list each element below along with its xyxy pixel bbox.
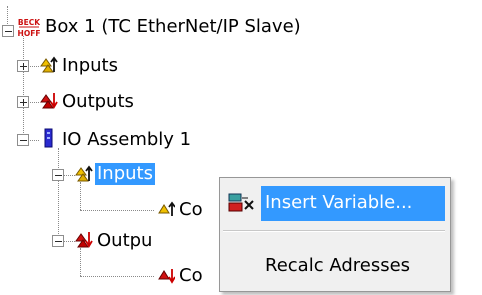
tree-connector (28, 66, 39, 67)
collapse-toggle[interactable] (52, 169, 64, 181)
tree-connector (28, 102, 39, 103)
inputs-icon (40, 54, 58, 74)
menu-item-label: Insert Variable... (265, 192, 413, 213)
tree-item-box1[interactable]: Box 1 (TC EtherNet/IP Slave) (45, 16, 301, 38)
menu-item-insert-variable[interactable]: Insert Variable... (223, 186, 445, 221)
svg-text:HOFF: HOFF (18, 29, 40, 38)
tree-item-inputs[interactable]: Inputs (62, 55, 118, 77)
context-menu: Insert Variable... Recalc Adresses (219, 177, 451, 292)
io-assembly-icon (44, 128, 54, 148)
collapse-toggle[interactable] (52, 235, 64, 247)
tree-item-outputs-2[interactable]: Outpu (97, 230, 152, 252)
tree-item-output-variable[interactable]: Co (179, 265, 203, 287)
inputs-icon (75, 163, 93, 183)
insert-variable-icon (228, 193, 256, 215)
tree-connector (28, 140, 39, 141)
beckhoff-logo-icon: BECK HOFF (18, 16, 42, 40)
tree-connector (7, 6, 8, 26)
tree-item-inputs-selected[interactable]: Inputs (95, 163, 155, 185)
tree-connector (80, 210, 154, 211)
menu-item-recalc-adresses[interactable]: Recalc Adresses (223, 251, 445, 281)
collapse-toggle[interactable] (2, 25, 14, 37)
tree-connector (80, 276, 154, 277)
menu-separator-highlight (223, 231, 445, 232)
expand-toggle[interactable] (17, 96, 29, 108)
menu-item-label: Recalc Adresses (265, 255, 411, 276)
tree-connector (63, 241, 75, 242)
outputs-icon (75, 229, 93, 249)
expand-toggle[interactable] (17, 60, 29, 72)
tree-connector (80, 248, 81, 276)
svg-text:BECK: BECK (18, 18, 40, 27)
tree-connector (80, 182, 81, 210)
tree-connector (63, 175, 75, 176)
output-variable-icon (157, 265, 176, 285)
collapse-toggle[interactable] (17, 134, 29, 146)
tree-item-io-assembly[interactable]: IO Assembly 1 (62, 129, 191, 151)
outputs-icon (40, 90, 58, 110)
tree-item-input-variable[interactable]: Co (179, 199, 203, 221)
tree-item-outputs[interactable]: Outputs (62, 91, 134, 113)
tree-connector (58, 148, 59, 240)
input-variable-icon (157, 199, 176, 219)
tree-connector (23, 36, 24, 141)
